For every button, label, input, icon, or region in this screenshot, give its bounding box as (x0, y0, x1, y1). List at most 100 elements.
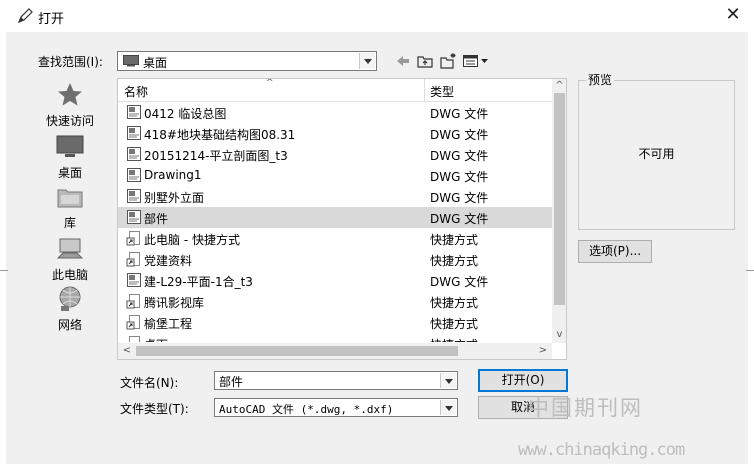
filename-value: 部件 (219, 375, 244, 389)
file-rows: 0412 临设总图 DWG 文件 418#地块基础结构图08.31 DWG 文件 201… (118, 102, 552, 342)
file-row[interactable]: 部件 DWG 文件 (118, 207, 552, 228)
scroll-down-icon[interactable]: v (552, 329, 566, 341)
network-icon (59, 286, 81, 311)
file-list[interactable]: ^ 名称 类型 0412 临设总图 DWG 文件 418#地块基础结构图08.31 D… (117, 78, 567, 360)
filename-input[interactable]: 部件 (214, 371, 458, 390)
file-row[interactable]: 0412 临设总图 DWG 文件 (118, 102, 552, 123)
filetype-value: AutoCAD 文件 (*.dwg, *.dxf) (219, 403, 394, 416)
column-divider[interactable] (424, 79, 425, 101)
options-button[interactable]: 选项(P)... (578, 240, 652, 263)
file-name: 榆堡工程 (144, 317, 193, 331)
list-header: ^ 名称 类型 (118, 79, 552, 102)
dwg-file-icon (126, 167, 142, 183)
file-row[interactable]: 建-L29-平面-1合_t3 DWG 文件 (118, 270, 552, 291)
scroll-right-icon[interactable]: > (536, 343, 550, 359)
desktop-icon (123, 55, 139, 67)
file-row[interactable]: 桌面 快捷方式 (118, 333, 552, 342)
new-folder-icon[interactable] (439, 52, 457, 70)
place-desktop[interactable]: 桌面 (30, 132, 110, 181)
file-name: 腾讯影视库 (144, 296, 205, 310)
chevron-down-icon[interactable] (440, 373, 456, 388)
filetype-select[interactable]: AutoCAD 文件 (*.dwg, *.dxf) (214, 398, 458, 417)
close-button[interactable]: ✕ (722, 4, 744, 26)
dwg-file-icon (126, 272, 142, 288)
file-row[interactable]: 此电脑 - 快捷方式 快捷方式 (118, 228, 552, 249)
chevron-down-icon[interactable] (440, 400, 456, 415)
view-menu-icon[interactable] (462, 52, 490, 70)
file-type: 快捷方式 (430, 296, 479, 310)
computer-icon (56, 238, 84, 259)
file-row[interactable]: 榆堡工程 快捷方式 (118, 312, 552, 333)
chevron-down-icon[interactable] (359, 53, 375, 69)
scroll-up-icon[interactable]: ^ (552, 80, 566, 92)
file-type: DWG 文件 (430, 149, 489, 163)
desktop-icon (56, 135, 84, 157)
vertical-scroll-thumb[interactable] (554, 93, 565, 305)
lookin-combo[interactable]: 桌面 (117, 51, 377, 71)
file-name: 0412 临设总图 (144, 107, 227, 121)
title-bar: 打开 ✕ (0, 0, 754, 32)
place-network[interactable]: 网络 (30, 284, 110, 333)
file-type: 快捷方式 (430, 254, 479, 268)
dwg-file-icon (126, 146, 142, 162)
horizontal-scrollbar[interactable]: < > (118, 343, 552, 359)
place-quick-access[interactable]: 快速访问 (30, 80, 110, 129)
file-row[interactable]: 别墅外立面 DWG 文件 (118, 186, 552, 207)
place-label: 库 (63, 216, 76, 230)
lookin-value: 桌面 (143, 56, 168, 70)
column-header-type[interactable]: 类型 (430, 83, 454, 100)
file-name: 别墅外立面 (144, 191, 205, 205)
file-row[interactable]: 党建资料 快捷方式 (118, 249, 552, 270)
file-name: 桌面 (144, 336, 168, 342)
preview-title: 预览 (586, 71, 615, 88)
file-row[interactable]: 20151214-平立剖面图_t3 DWG 文件 (118, 144, 552, 165)
horizontal-scroll-thumb[interactable] (136, 346, 458, 356)
open-dialog: 打开 ✕ 查找范围(I): 桌面 快速访问 桌面 库 此电脑 网络 ^ 名称 类… (0, 0, 754, 464)
file-type: DWG 文件 (430, 212, 489, 226)
dwg-file-icon (126, 125, 142, 141)
sort-caret-icon: ^ (266, 78, 274, 88)
dialog-title: 打开 (38, 12, 65, 27)
star-icon (58, 83, 82, 106)
vertical-scrollbar[interactable]: ^ v (552, 79, 566, 343)
place-label: 桌面 (57, 166, 82, 180)
file-name: 此电脑 - 快捷方式 (144, 233, 240, 247)
left-border-line (0, 270, 8, 271)
right-border-line (746, 270, 754, 271)
up-folder-icon[interactable] (416, 52, 434, 70)
column-header-name[interactable]: 名称 (124, 83, 148, 100)
file-row[interactable]: 418#地块基础结构图08.31 DWG 文件 (118, 123, 552, 144)
file-type: 快捷方式 (430, 336, 478, 342)
place-label: 网络 (57, 318, 82, 332)
file-name: 建-L29-平面-1合_t3 (144, 275, 253, 289)
dwg-file-icon (126, 104, 142, 120)
place-library[interactable]: 库 (30, 182, 110, 231)
file-name: 20151214-平立剖面图_t3 (144, 149, 288, 163)
file-name: 部件 (144, 212, 169, 226)
shortcut-icon (126, 314, 142, 330)
file-type: DWG 文件 (430, 170, 489, 184)
file-type: 快捷方式 (430, 233, 479, 247)
place-label: 此电脑 (51, 268, 88, 282)
right-border (748, 32, 754, 464)
open-button[interactable]: 打开(O) (478, 369, 568, 392)
left-border (0, 32, 6, 464)
file-row[interactable]: 腾讯影视库 快捷方式 (118, 291, 552, 312)
back-arrow-icon[interactable] (394, 52, 412, 70)
shortcut-icon (126, 230, 142, 246)
file-type: DWG 文件 (430, 107, 489, 121)
place-this-pc[interactable]: 此电脑 (30, 234, 110, 283)
scroll-left-icon[interactable]: < (120, 343, 134, 359)
file-type: DWG 文件 (430, 191, 489, 205)
file-type: DWG 文件 (430, 128, 489, 142)
dwg-file-icon (126, 188, 142, 204)
filename-label: 文件名(N): (120, 376, 179, 390)
file-type: 快捷方式 (430, 317, 479, 331)
file-type: DWG 文件 (430, 275, 489, 289)
library-icon (57, 189, 83, 208)
filetype-label: 文件类型(T): (120, 402, 189, 416)
lookin-label: 查找范围(I): (38, 55, 103, 69)
shortcut-icon (126, 335, 142, 342)
file-row[interactable]: Drawing1 DWG 文件 (118, 165, 552, 186)
dwg-file-icon (126, 209, 142, 225)
